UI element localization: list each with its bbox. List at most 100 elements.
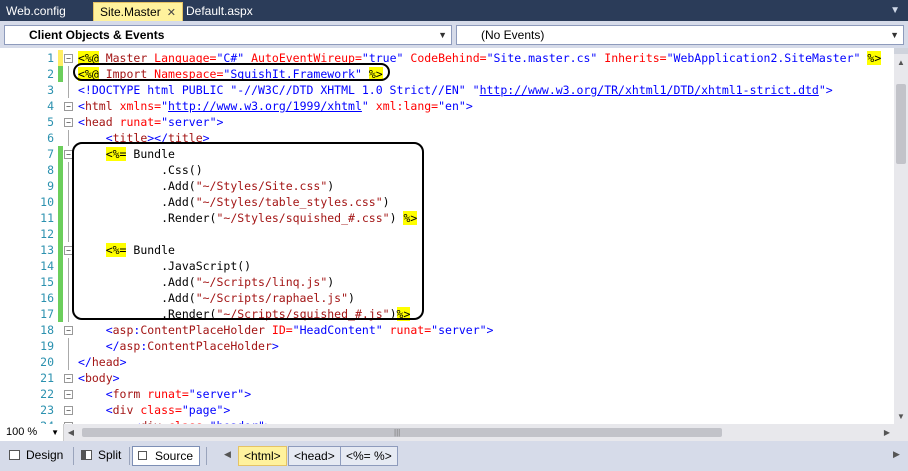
design-label: Design: [26, 448, 64, 462]
breadcrumb-head[interactable]: <head>: [288, 446, 341, 466]
line-number: 18: [40, 323, 54, 337]
code-line[interactable]: 22 − <form runat="server">: [0, 386, 894, 402]
line-number: 21: [40, 371, 54, 385]
outline-guide: [68, 290, 69, 306]
scroll-thumb[interactable]: [896, 84, 906, 164]
code-text: <div class="page">: [78, 402, 231, 418]
collapse-icon[interactable]: −: [64, 102, 73, 111]
code-token: <!DOCTYPE html PUBLIC "-//W3C//DTD XHTML…: [78, 83, 480, 97]
code-text: </head>: [78, 354, 127, 370]
outline-guide: [68, 178, 69, 194]
change-marker: [58, 146, 63, 162]
change-marker: [58, 306, 63, 322]
line-number: 19: [40, 339, 54, 353]
code-token: body: [84, 371, 113, 385]
line-number: 5: [47, 115, 54, 129]
code-token: >: [112, 371, 120, 385]
code-token: ID=: [264, 323, 293, 337]
collapse-icon[interactable]: −: [64, 390, 73, 399]
tab-web-config[interactable]: Web.config: [0, 2, 72, 21]
code-line[interactable]: 4− <html xmlns="http://www.w3.org/1999/xh…: [0, 98, 894, 114]
chevron-right-icon[interactable]: ▶: [893, 449, 900, 460]
breadcrumb-html[interactable]: <html>: [238, 446, 287, 466]
scroll-thumb[interactable]: [82, 428, 722, 437]
tab-label: Web.config: [6, 4, 66, 18]
change-marker: [58, 242, 63, 258]
code-token: CodeBehind=: [410, 51, 487, 65]
source-view-button[interactable]: Source: [132, 446, 200, 466]
code-line[interactable]: 21 − <body>: [0, 370, 894, 386]
zoom-dropdown[interactable]: 100 % ▼: [0, 424, 64, 441]
chevron-left-icon[interactable]: ◀: [224, 449, 231, 460]
tab-overflow-icon[interactable]: ▼: [890, 5, 900, 16]
code-token: asp: [119, 339, 141, 353]
close-icon[interactable]: ✕: [167, 7, 176, 19]
code-token: <: [78, 115, 85, 129]
code-token: http://www.w3.org/TR/xhtml1/DTD/xhtml1-s…: [479, 83, 819, 97]
grip-icon: |||: [394, 428, 401, 437]
change-marker: [58, 162, 63, 178]
code-token: "HeadContent": [292, 323, 383, 337]
code-token: form: [112, 387, 141, 401]
code-token: xml:lang=: [368, 99, 439, 113]
split-handle[interactable]: [894, 48, 908, 54]
design-icon: [9, 450, 20, 460]
change-marker: [58, 194, 63, 210]
change-marker: [58, 178, 63, 194]
outline-guide: [68, 210, 69, 226]
code-token: <: [78, 371, 85, 385]
events-combo[interactable]: (No Events) ▼: [456, 25, 904, 45]
horizontal-scrollbar[interactable]: ◀ ||| ▶: [64, 424, 894, 441]
code-token: "WebApplication2.SiteMaster": [666, 51, 861, 65]
code-token: <: [78, 99, 85, 113]
collapse-icon[interactable]: −: [64, 406, 73, 415]
source-icon: [138, 451, 147, 460]
line-number: 12: [40, 227, 54, 241]
collapse-icon[interactable]: −: [64, 326, 73, 335]
code-line[interactable]: 5 − <head runat="server">: [0, 114, 894, 130]
code-line[interactable]: 18 − <asp:ContentPlaceHolder ID="HeadCont…: [0, 322, 894, 338]
vertical-scrollbar[interactable]: ▲ ▼: [894, 48, 908, 424]
outline-guide: [68, 274, 69, 290]
line-number: 16: [40, 291, 54, 305]
design-view-button[interactable]: Design: [4, 446, 69, 466]
line-number: 2: [47, 67, 54, 81]
split-icon: [81, 450, 92, 460]
code-token: ": [161, 99, 169, 113]
tab-site-master[interactable]: Site.Master ✕: [93, 2, 183, 21]
line-number: 20: [40, 355, 54, 369]
code-token: head: [84, 115, 113, 129]
line-number: 7: [47, 147, 54, 161]
code-editor[interactable]: 1− <%@ Master Language="C#" AutoEventWire…: [0, 48, 894, 424]
line-number: 11: [40, 211, 54, 225]
scroll-down-icon[interactable]: ▼: [894, 410, 908, 424]
line-number: 14: [40, 259, 54, 273]
code-text: <body>: [78, 370, 120, 386]
source-label: Source: [155, 449, 194, 463]
code-text: </asp:ContentPlaceHolder>: [78, 338, 279, 354]
breadcrumb-code-block[interactable]: <%= %>: [340, 446, 398, 466]
code-line[interactable]: 3 <!DOCTYPE html PUBLIC "-//W3C//DTD XHTM…: [0, 82, 894, 98]
code-line[interactable]: 19 </asp:ContentPlaceHolder>: [0, 338, 894, 354]
chevron-down-icon: ▼: [51, 428, 59, 437]
scroll-left-icon[interactable]: ◀: [64, 424, 78, 441]
code-token: ": [361, 99, 369, 113]
tab-default-aspx[interactable]: Default.aspx: [180, 2, 259, 21]
scroll-up-icon[interactable]: ▲: [894, 56, 908, 70]
scroll-right-icon[interactable]: ▶: [880, 424, 894, 441]
code-text: <asp:ContentPlaceHolder ID="HeadContent"…: [78, 322, 494, 338]
chevron-down-icon: ▼: [890, 30, 899, 40]
collapse-icon[interactable]: −: [64, 118, 73, 127]
code-text: <form runat="server">: [78, 386, 251, 402]
split-view-button[interactable]: Split: [76, 446, 127, 466]
zoom-value: 100 %: [6, 426, 38, 438]
collapse-icon[interactable]: −: [64, 54, 73, 63]
code-token: ">: [818, 83, 833, 97]
chevron-down-icon: ▼: [438, 30, 447, 40]
objects-combo[interactable]: Client Objects & Events ▼: [4, 25, 452, 45]
code-text: <head runat="server">: [78, 114, 223, 130]
divider: [129, 447, 130, 465]
code-line[interactable]: 20 </head>: [0, 354, 894, 370]
code-line[interactable]: 23 − <div class="page">: [0, 402, 894, 418]
collapse-icon[interactable]: −: [64, 374, 73, 383]
